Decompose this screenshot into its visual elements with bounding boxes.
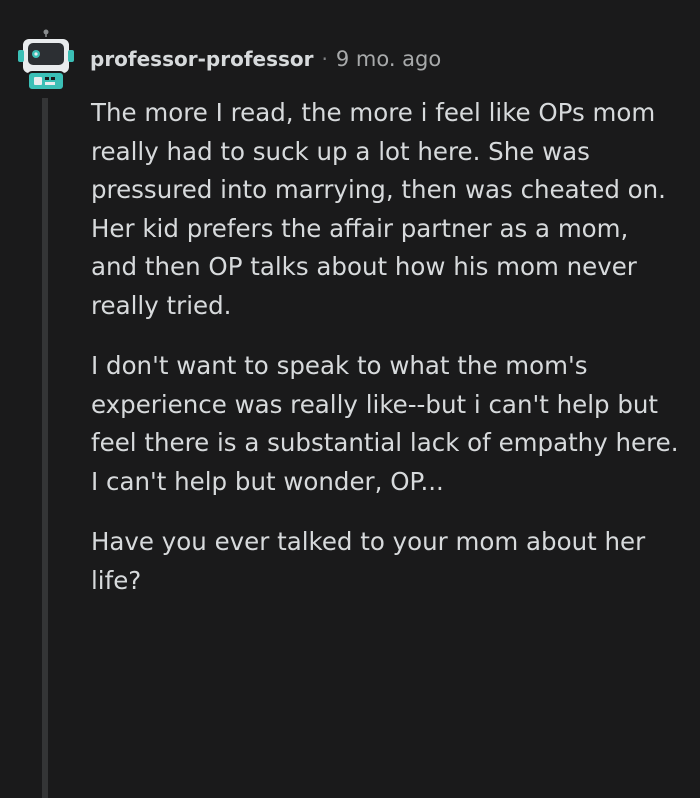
avatar-graphic [18, 29, 74, 91]
comment-header: professor-professor · 9 mo. ago [90, 44, 441, 74]
comment-timestamp[interactable]: 9 mo. ago [336, 47, 441, 71]
username-link[interactable]: professor-professor [90, 47, 314, 71]
comment-body: The more I read, the more i feel like OP… [91, 94, 681, 622]
comment-paragraph: Have you ever talked to your mom about h… [91, 527, 646, 595]
meta-separator: · [321, 47, 328, 71]
thread-collapse-line[interactable] [42, 98, 48, 798]
comment-paragraph: I don't want to speak to what the mom's … [91, 351, 679, 496]
robot-avatar-icon[interactable] [14, 28, 78, 92]
comment-paragraph: The more I read, the more i feel like OP… [91, 98, 666, 320]
comment: professor-professor · 9 mo. ago The more… [0, 0, 700, 798]
